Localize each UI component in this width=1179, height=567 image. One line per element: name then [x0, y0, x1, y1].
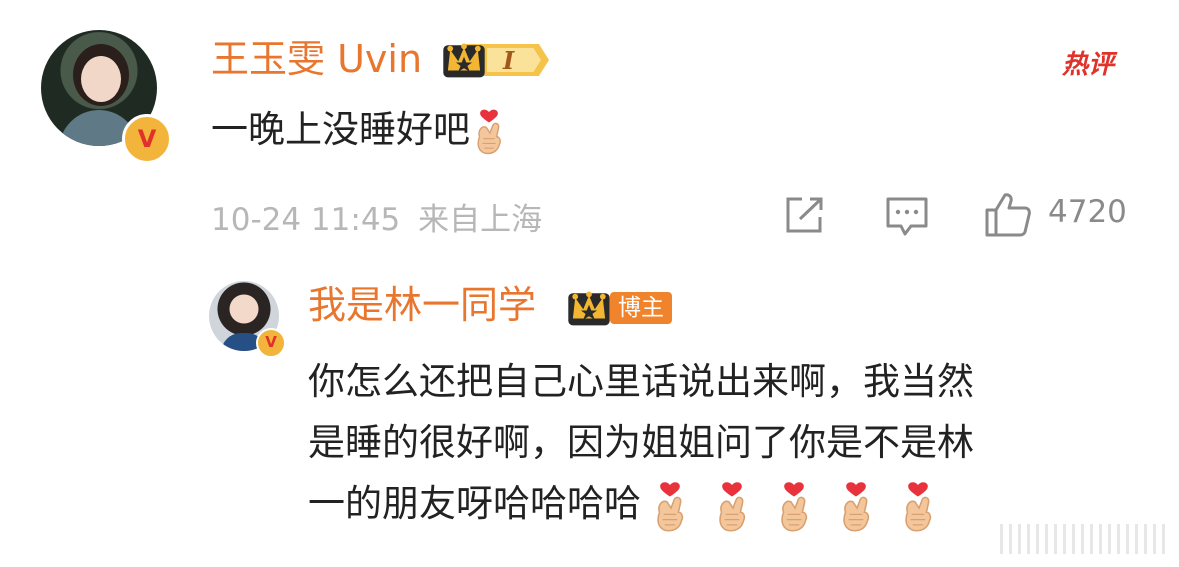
comment-author-name[interactable]: 王玉雯 Uvin	[211, 40, 422, 78]
verified-badge: V	[122, 114, 172, 164]
comment-location: 来自上海	[418, 202, 543, 238]
avatar-face	[81, 56, 121, 102]
watermark	[1000, 524, 1170, 554]
comment-meta: 10-24 11:45 来自上海	[211, 194, 542, 239]
like-button[interactable]	[984, 192, 1032, 238]
finger-heart-emoji	[835, 480, 877, 534]
finger-heart-emoji-row	[649, 476, 939, 536]
finger-heart-emoji	[470, 108, 508, 156]
level-badge-text: I	[503, 46, 515, 75]
share-button[interactable]	[784, 196, 826, 234]
reply-author-name[interactable]: 我是林一同学	[308, 286, 536, 324]
finger-heart-emoji	[649, 480, 691, 534]
reply-line-1: 你怎么还把自己心里话说出来啊，我当然	[308, 360, 974, 403]
reply-line-3: 一的朋友呀哈哈哈哈	[308, 474, 939, 536]
comment-button[interactable]	[885, 196, 929, 238]
vip-level-badge: I	[441, 38, 554, 80]
like-count: 4720	[1048, 194, 1127, 230]
reply-verified-badge: V	[256, 328, 286, 358]
finger-heart-emoji	[711, 480, 753, 534]
blogger-badge-label: 博主	[610, 292, 672, 324]
reply-line-2: 是睡的很好啊，因为姐姐问了你是不是林	[308, 421, 974, 464]
finger-heart-emoji	[897, 480, 939, 534]
crown-icon	[441, 38, 487, 80]
comment-icon	[886, 197, 928, 236]
like-icon	[985, 193, 1031, 237]
comment-date: 10-24 11:45	[211, 202, 401, 238]
blogger-badge: 博主	[566, 286, 680, 328]
crown-icon	[566, 286, 612, 328]
reply-line-3-text: 一的朋友呀哈哈哈哈	[308, 482, 641, 525]
comment-text: 一晚上没睡好吧	[211, 100, 508, 160]
hot-comment-tag: 热评	[1062, 50, 1115, 80]
comment-text-content: 一晚上没睡好吧	[211, 108, 470, 151]
share-icon	[786, 197, 823, 233]
finger-heart-emoji	[773, 480, 815, 534]
